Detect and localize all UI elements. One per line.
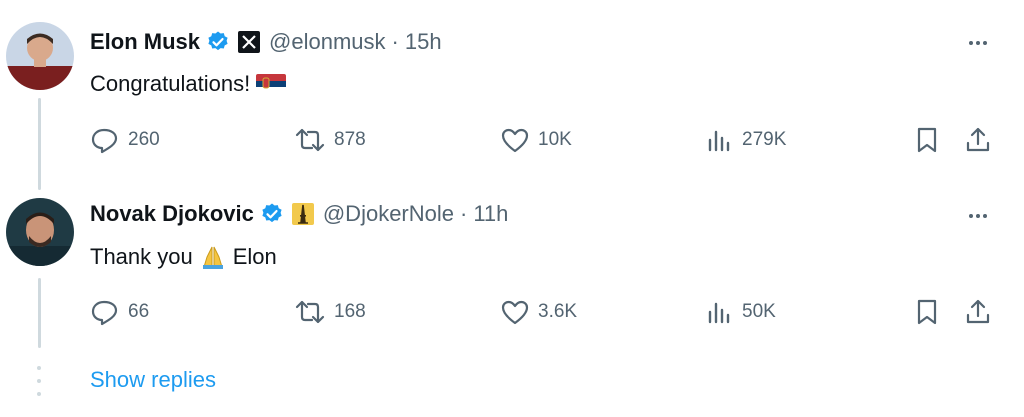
like-button[interactable]: 3.6K: [500, 298, 577, 326]
tweet-text-after: Elon: [232, 244, 277, 269]
bookmark-button[interactable]: [914, 126, 940, 154]
views-button[interactable]: 50K: [706, 298, 776, 326]
tweet-novak[interactable]: Novak Djokovic @DjokerNole · 11h Thank y…: [0, 190, 1024, 360]
bookmark-icon: [917, 299, 937, 325]
tweet-header: Elon Musk @elonmusk · 15h: [90, 28, 442, 56]
retweet-button[interactable]: 168: [294, 298, 366, 326]
like-button[interactable]: 10K: [500, 126, 572, 154]
separator-dot: ·: [460, 201, 468, 226]
share-icon: [966, 127, 990, 152]
heart-icon: [501, 300, 529, 325]
more-options-icon[interactable]: [960, 33, 996, 53]
avatar-novak[interactable]: [6, 198, 74, 266]
tweet-text: Thank you Elon: [90, 242, 277, 272]
author-handle[interactable]: @DjokerNole: [323, 201, 454, 227]
tweet-actions: 260 878 10K 279K: [0, 126, 1024, 156]
reply-icon: [91, 300, 118, 326]
bookmark-button[interactable]: [914, 298, 940, 326]
tweet-text-content: Congratulations!: [90, 71, 251, 96]
reply-button[interactable]: 260: [90, 126, 160, 154]
analytics-icon: [708, 302, 730, 324]
author-name[interactable]: Elon Musk: [90, 29, 200, 55]
share-button[interactable]: [964, 126, 992, 154]
share-icon: [966, 299, 990, 324]
timestamp[interactable]: 11h: [473, 201, 508, 227]
retweet-count: 878: [334, 129, 366, 150]
tweet-elon[interactable]: Elon Musk @elonmusk · 15h Congratulation…: [0, 0, 1024, 190]
timestamp[interactable]: 15h: [405, 29, 442, 55]
share-button[interactable]: [964, 298, 992, 326]
retweet-icon: [295, 128, 325, 152]
like-count: 3.6K: [538, 301, 578, 322]
author-name[interactable]: Novak Djokovic: [90, 201, 254, 227]
reply-count: 260: [128, 129, 160, 150]
folded-hands-icon: [199, 243, 227, 271]
views-count: 279K: [742, 129, 787, 150]
show-replies-link[interactable]: Show replies: [90, 367, 216, 393]
views-count: 50K: [742, 301, 776, 322]
tower-badge-icon[interactable]: [291, 203, 314, 225]
separator-dot: ·: [391, 29, 399, 54]
views-button[interactable]: 279K: [706, 126, 786, 154]
tweet-text: Congratulations!: [90, 70, 287, 98]
reply-icon: [91, 128, 118, 154]
heart-icon: [501, 128, 529, 153]
retweet-button[interactable]: 878: [294, 126, 366, 154]
retweet-count: 168: [334, 301, 366, 322]
reply-button[interactable]: 66: [90, 298, 149, 326]
retweet-icon: [295, 300, 325, 324]
avatar-elon[interactable]: [6, 22, 74, 90]
thread-continuation-dots: [37, 366, 41, 396]
x-logo-icon[interactable]: [238, 31, 261, 53]
bookmark-icon: [917, 127, 937, 153]
verified-badge-icon: [206, 30, 230, 54]
tweet-text-before: Thank you: [90, 244, 193, 269]
analytics-icon: [708, 130, 730, 152]
reply-count: 66: [128, 301, 150, 322]
serbia-flag-icon: [256, 74, 287, 94]
tweet-header: Novak Djokovic @DjokerNole · 11h: [90, 200, 508, 228]
verified-badge-icon: [260, 202, 284, 226]
more-options-icon[interactable]: [960, 206, 996, 226]
like-count: 10K: [538, 129, 572, 150]
author-handle[interactable]: @elonmusk: [269, 29, 386, 55]
tweet-actions: 66 168 3.6K 50K: [0, 298, 1024, 328]
